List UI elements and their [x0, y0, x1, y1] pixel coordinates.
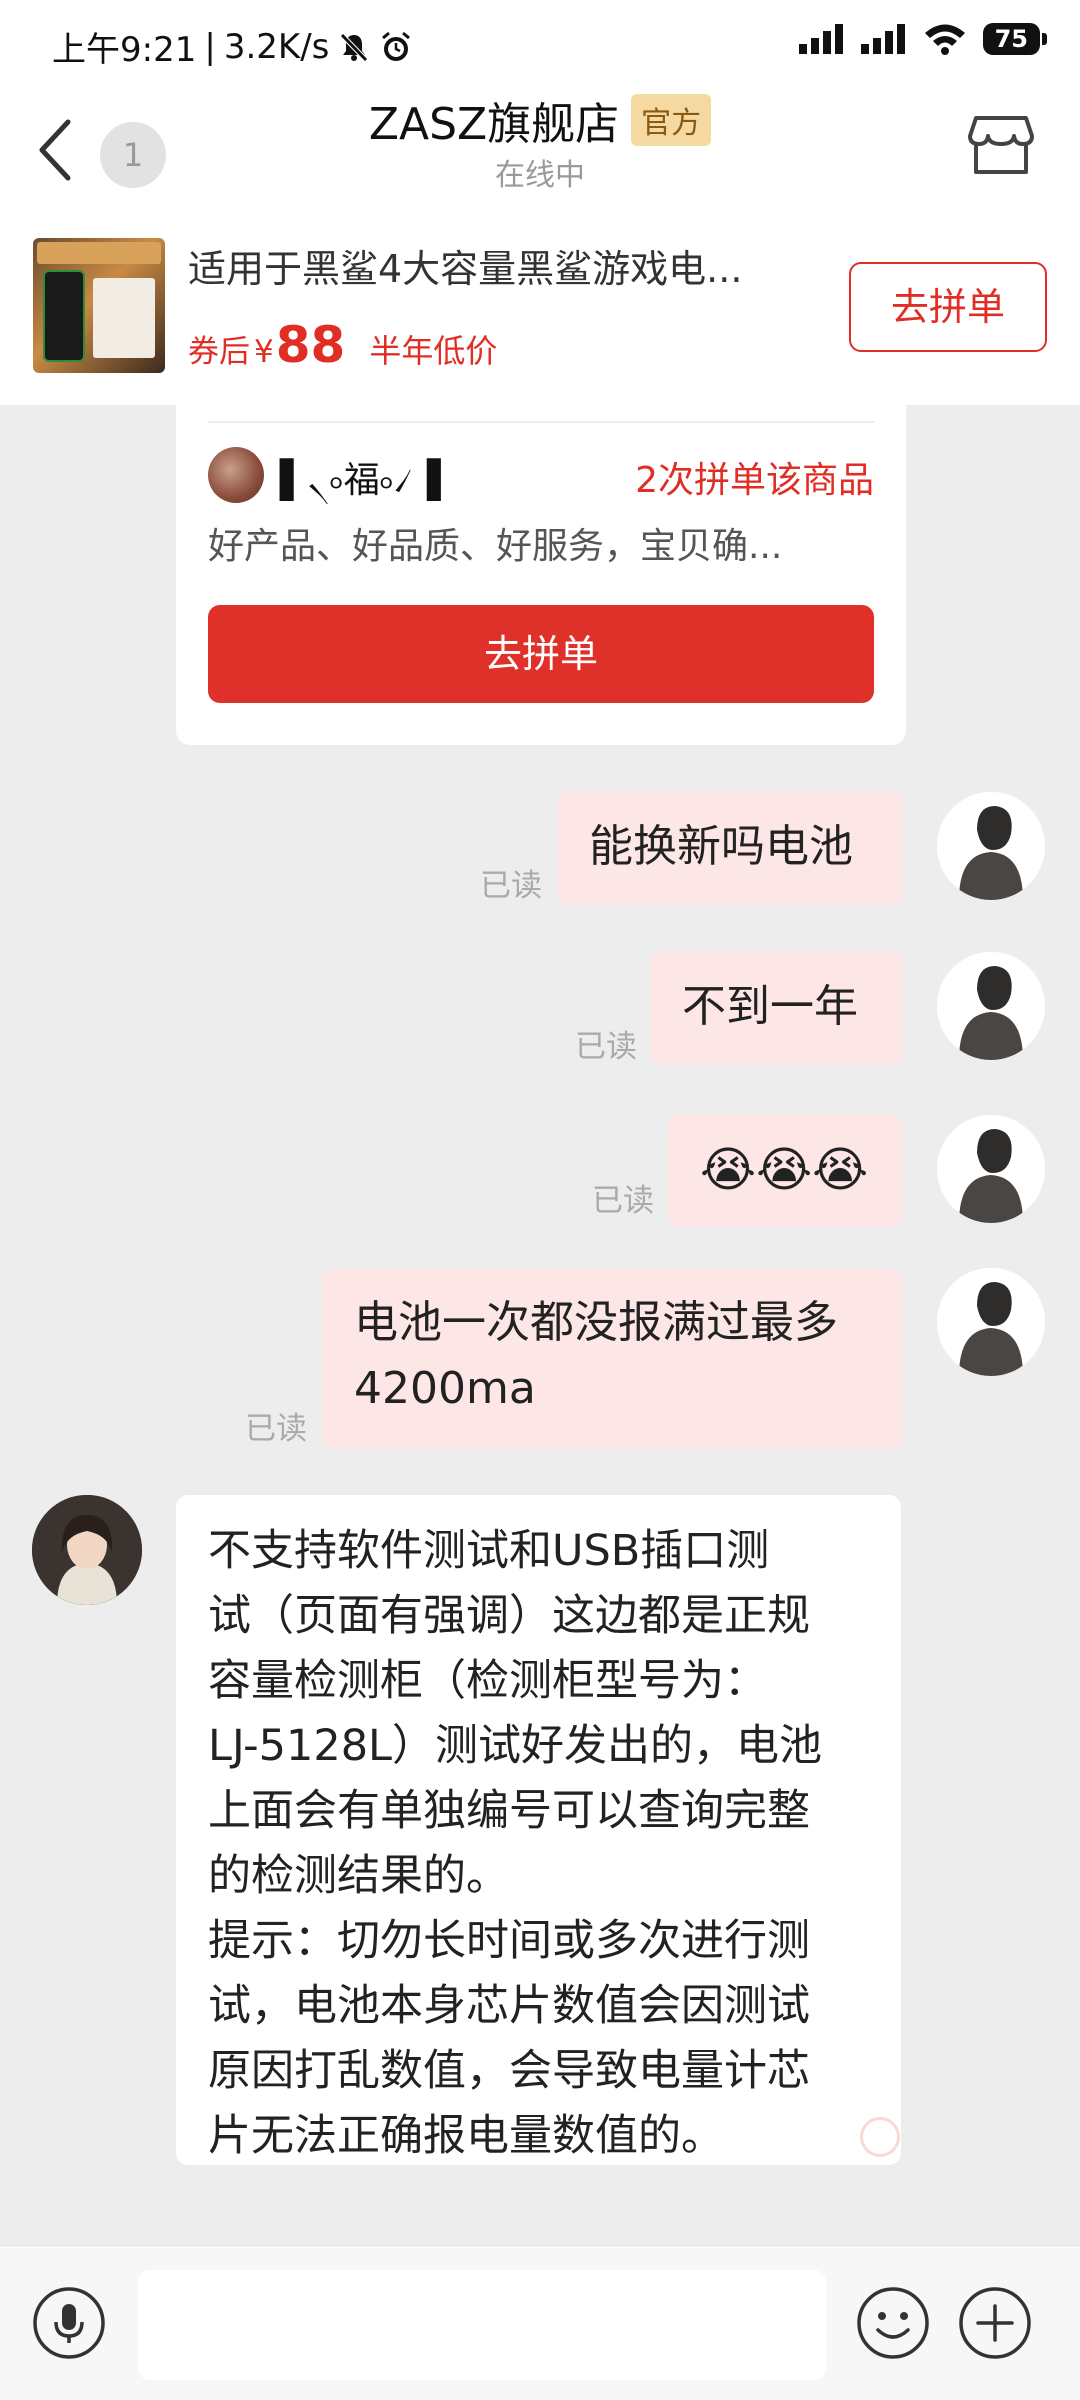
low-price-tag: 半年低价 — [369, 332, 498, 370]
currency-symbol: ¥ — [254, 334, 274, 370]
emoji-icon[interactable] — [856, 2286, 930, 2360]
group-buy-button[interactable]: 去拼单 — [849, 262, 1047, 352]
mute-icon — [340, 32, 369, 62]
message-input[interactable] — [138, 2270, 826, 2380]
message-bubble[interactable]: 电池一次都没报满过最多 4200ma — [322, 1268, 903, 1448]
status-left: 上午9:21 | 3.2K/s — [52, 22, 413, 71]
user-avatar[interactable] — [937, 792, 1045, 900]
chat-area[interactable]: ▌৲৹福৹৴▐ 2次拼单该商品 好产品、好品质、好服务，宝贝确... 去拼单 能… — [0, 405, 1080, 2245]
battery-icon: 75 — [982, 23, 1048, 55]
product-thumbnail[interactable] — [33, 238, 165, 373]
coupon-label: 券后 — [188, 334, 250, 370]
status-separator: | — [204, 26, 216, 67]
read-status: 已读 — [480, 868, 542, 904]
agent-avatar[interactable] — [32, 1495, 142, 1605]
review-text: 好产品、好品质、好服务，宝贝确... — [208, 526, 783, 567]
online-status: 在线中 — [495, 158, 585, 193]
store-icon[interactable] — [966, 110, 1036, 180]
price: 88 — [275, 316, 346, 374]
clock: 上午9:21 — [52, 30, 197, 70]
join-group-button[interactable]: 去拼单 — [208, 605, 874, 703]
shop-name: ZASZ旗舰店 — [368, 99, 620, 150]
microphone-icon[interactable] — [32, 2286, 106, 2360]
buyer-name: ▌৲৹福৹৴▐ — [280, 460, 441, 501]
read-status: 已读 — [592, 1183, 654, 1219]
alarm-icon — [382, 31, 411, 61]
shop-title[interactable]: ZASZ旗舰店 官方 — [0, 88, 1080, 152]
message-bubble[interactable]: 不到一年 — [650, 952, 903, 1064]
product-bar[interactable]: 适用于黑鲨4大容量黑鲨游戏电... 券后 ¥ 88 半年低价 去拼单 — [0, 220, 1080, 405]
message-bubble[interactable]: 😭😭😭 — [668, 1115, 903, 1227]
divider — [208, 421, 874, 423]
signal-icon — [860, 24, 905, 54]
network-speed: 3.2K/s — [223, 26, 330, 67]
buyer-avatar — [208, 447, 264, 503]
status-bar: 上午9:21 | 3.2K/s 75 — [0, 0, 1080, 80]
message-bubble[interactable]: 不支持软件测试和USB插口测 试（页面有强调）这边都是正规 容量检测柜（检测柜型… — [176, 1495, 901, 2165]
user-avatar[interactable] — [937, 952, 1045, 1060]
buy-count: 2次拼单该商品 — [635, 460, 874, 501]
read-status: 已读 — [575, 1029, 637, 1065]
read-status: 已读 — [245, 1411, 307, 1447]
signal-icon — [798, 24, 843, 54]
message-bubble[interactable]: 能换新吗电池 — [557, 792, 903, 904]
price-row: 券后 ¥ 88 半年低价 — [188, 316, 497, 374]
product-title[interactable]: 适用于黑鲨4大容量黑鲨游戏电... — [188, 238, 808, 293]
plus-icon[interactable] — [958, 2286, 1032, 2360]
status-right: 75 — [798, 22, 1048, 56]
user-avatar[interactable] — [937, 1115, 1045, 1223]
group-buy-card: ▌৲৹福৹৴▐ 2次拼单该商品 好产品、好品质、好服务，宝贝确... 去拼单 — [176, 405, 906, 745]
input-bar — [0, 2245, 1080, 2400]
user-avatar[interactable] — [937, 1268, 1045, 1376]
official-badge: 官方 — [631, 94, 712, 146]
watermark-seal — [860, 2117, 900, 2157]
chat-header: 1 ZASZ旗舰店 官方 在线中 — [0, 80, 1080, 220]
wifi-icon — [924, 24, 965, 55]
